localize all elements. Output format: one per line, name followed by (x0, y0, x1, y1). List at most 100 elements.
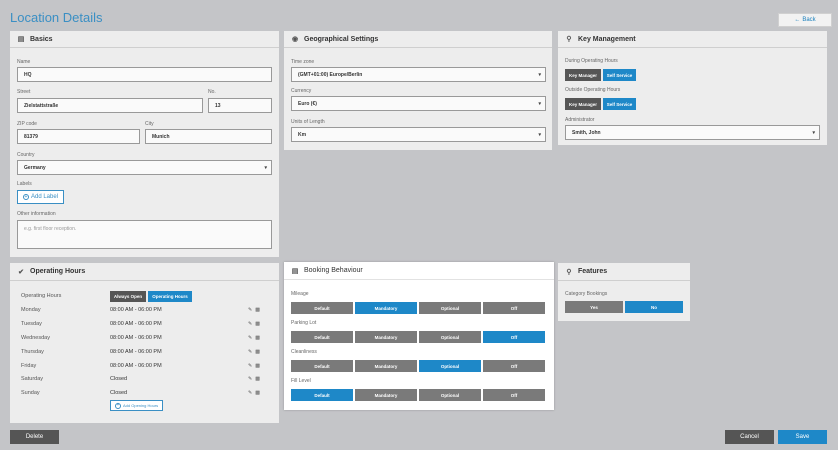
day-hours: 08:00 AM - 06:00 PM (110, 335, 162, 341)
outside-self-service-button[interactable]: Self Service (603, 98, 636, 110)
country-select[interactable]: Germany (17, 160, 272, 175)
trash-icon[interactable]: ▩ (255, 376, 260, 382)
parking-optional-button[interactable]: Optional (419, 331, 481, 343)
arrow-left-icon: ← (794, 17, 801, 23)
geo-header: ◉ Geographical Settings (284, 31, 552, 48)
during-key-manager-button[interactable]: Key Manager (565, 69, 601, 81)
booking-row-label: Mileage (291, 291, 309, 297)
plus-icon: + (115, 402, 121, 409)
zip-field[interactable]: 81379 (17, 129, 140, 144)
delete-button[interactable]: Delete (10, 430, 59, 444)
name-label: Name (17, 59, 31, 65)
category-bookings-label: Category Bookings (565, 291, 608, 297)
currency-select[interactable]: Euro (€) (291, 96, 546, 111)
name-field[interactable]: HQ (17, 67, 272, 82)
zip-label: ZIP code (17, 121, 37, 127)
parking-default-button[interactable]: Default (291, 331, 353, 343)
booking-behaviour-panel: ▤ Booking Behaviour Mileage Default Mand… (284, 262, 554, 410)
mileage-off-button[interactable]: Off (483, 302, 545, 314)
cleanliness-default-button[interactable]: Default (291, 360, 353, 372)
currency-label: Currency (291, 88, 312, 94)
day-label: Tuesday (21, 321, 42, 327)
key-management-panel: ⚲ Key Management During Operating Hours … (558, 31, 827, 145)
booking-row-label: Parking Lot (291, 320, 317, 326)
timezone-label: Time zone (291, 59, 315, 65)
no-field[interactable]: 13 (208, 98, 272, 113)
street-field[interactable]: Zielstattstraße (17, 98, 203, 113)
outside-key-manager-button[interactable]: Key Manager (565, 98, 601, 110)
features-header: ⚲ Features (558, 263, 690, 281)
edit-icon[interactable]: ✎ (248, 335, 252, 341)
timezone-select[interactable]: (GMT+01:00) Europe/Berlin (291, 67, 546, 82)
operating-hours-header: ✔ Operating Hours (10, 263, 279, 281)
back-button[interactable]: ← Back (778, 13, 832, 27)
edit-icon[interactable]: ✎ (248, 390, 252, 396)
day-hours: 08:00 AM - 06:00 PM (110, 321, 162, 327)
administrator-label: Administrator (565, 117, 595, 123)
day-hours: Closed (110, 390, 128, 396)
hours-mode-label: Operating Hours (21, 293, 62, 299)
no-label: No. (208, 89, 216, 95)
cleanliness-optional-button[interactable]: Optional (419, 360, 481, 372)
plus-icon: + (23, 193, 29, 200)
day-label: Thursday (21, 349, 44, 355)
booking-row-label: Fill Level (291, 378, 311, 384)
edit-icon[interactable]: ✎ (248, 349, 252, 355)
trash-icon[interactable]: ▩ (255, 335, 260, 341)
day-hours: Closed (110, 376, 128, 382)
during-self-service-button[interactable]: Self Service (603, 69, 636, 81)
page-title: Location Details (10, 10, 103, 25)
category-no-button[interactable]: No (625, 301, 683, 313)
features-panel: ⚲ Features Category Bookings Yes No (558, 263, 690, 321)
parking-off-button[interactable]: Off (483, 331, 545, 343)
fill-level-off-button[interactable]: Off (483, 389, 545, 401)
mileage-mandatory-button[interactable]: Mandatory (355, 302, 417, 314)
booking-behaviour-header: ▤ Booking Behaviour (284, 262, 554, 280)
edit-icon[interactable]: ✎ (248, 321, 252, 327)
trash-icon[interactable]: ▩ (255, 321, 260, 327)
trash-icon[interactable]: ▩ (255, 390, 260, 396)
operating-hours-button[interactable]: Operating Hours (148, 291, 192, 302)
day-label: Monday (21, 307, 41, 313)
category-yes-button[interactable]: Yes (565, 301, 623, 313)
cancel-button[interactable]: Cancel (725, 430, 774, 444)
always-open-button[interactable]: Always Open (110, 291, 146, 302)
add-label-button[interactable]: + Add Label (17, 190, 65, 204)
day-label: Friday (21, 363, 37, 369)
trash-icon[interactable]: ▩ (255, 349, 260, 355)
building-icon: ▤ (17, 36, 25, 43)
mileage-optional-button[interactable]: Optional (419, 302, 481, 314)
edit-icon[interactable]: ✎ (248, 376, 252, 382)
fill-level-default-button[interactable]: Default (291, 389, 353, 401)
geo-panel: ◉ Geographical Settings Time zone (GMT+0… (284, 31, 552, 150)
administrator-select[interactable]: Smith, John (565, 125, 820, 140)
trash-icon[interactable]: ▩ (255, 363, 260, 369)
basics-header: ▤ Basics (10, 31, 279, 48)
street-label: Street (17, 89, 31, 95)
cleanliness-mandatory-button[interactable]: Mandatory (355, 360, 417, 372)
outside-hours-label: Outside Operating Hours (565, 87, 621, 93)
key-icon: ⚲ (566, 36, 572, 43)
save-button[interactable]: Save (778, 430, 827, 444)
mileage-default-button[interactable]: Default (291, 302, 353, 314)
day-label: Wednesday (21, 335, 50, 341)
basics-panel: ▤ Basics Name HQ Street Zielstattstraße … (10, 31, 279, 257)
fill-level-mandatory-button[interactable]: Mandatory (355, 389, 417, 401)
other-info-textarea[interactable]: e.g. first floor reception. (17, 220, 272, 249)
day-label: Sunday (21, 390, 40, 396)
city-label: City (145, 121, 154, 127)
add-opening-hours-button[interactable]: + Add Opening Hours (110, 400, 164, 411)
key-management-header: ⚲ Key Management (558, 31, 827, 48)
edit-icon[interactable]: ✎ (248, 363, 252, 369)
units-label: Units of Length (291, 119, 325, 125)
city-field[interactable]: Munich (145, 129, 272, 144)
trash-icon[interactable]: ▩ (255, 307, 260, 313)
units-select[interactable]: Km (291, 127, 546, 142)
edit-icon[interactable]: ✎ (248, 307, 252, 313)
country-label: Country (17, 152, 35, 158)
document-icon: ▤ (291, 267, 299, 275)
parking-mandatory-button[interactable]: Mandatory (355, 331, 417, 343)
fill-level-optional-button[interactable]: Optional (419, 389, 481, 401)
booking-row-label: Cleanliness (291, 349, 317, 355)
cleanliness-off-button[interactable]: Off (483, 360, 545, 372)
